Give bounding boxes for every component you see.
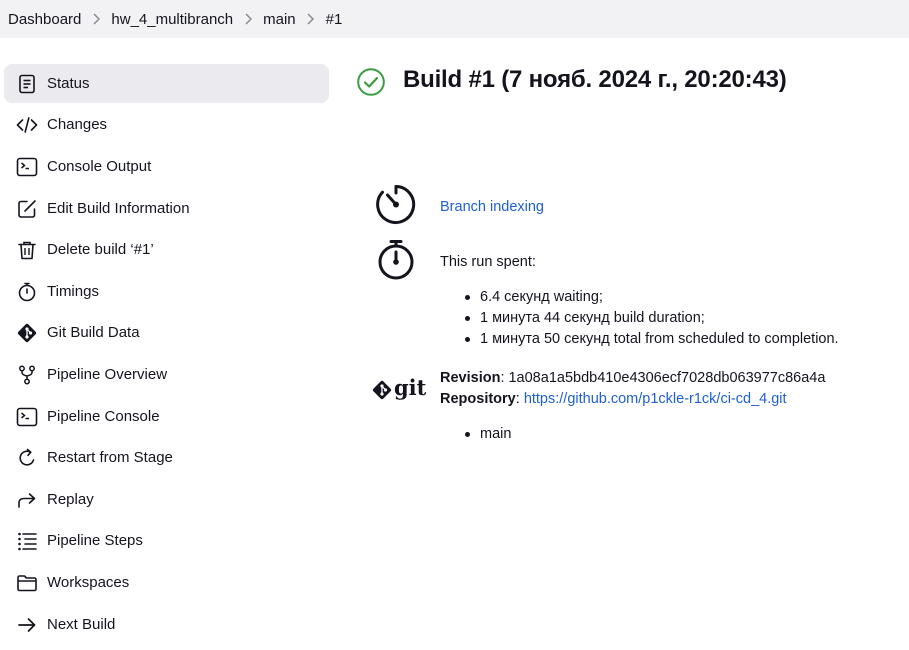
timing-list: 6.4 секунд waiting; 1 минута 44 секунд b… bbox=[465, 287, 839, 350]
stopwatch-icon bbox=[378, 240, 414, 280]
repository-label: Repository bbox=[440, 391, 516, 407]
sidebar-item-delete-build[interactable]: Delete build ‘#1’ bbox=[4, 230, 329, 269]
revision-line: Revision: 1a08a1a5bdb410e4306ecf7028db06… bbox=[440, 370, 825, 386]
sidebar-item-git-build-data[interactable]: Git Build Data bbox=[4, 313, 329, 352]
breadcrumb-dashboard[interactable]: Dashboard bbox=[8, 11, 81, 28]
trigger-link[interactable]: Branch indexing bbox=[440, 199, 544, 215]
sidebar-item-label: Console Output bbox=[47, 158, 152, 175]
sidebar-item-status[interactable]: Status bbox=[4, 64, 329, 103]
sidebar-item-changes[interactable]: Changes bbox=[4, 105, 329, 144]
gauge-icon bbox=[376, 185, 416, 224]
sidebar-item-label: Changes bbox=[47, 116, 108, 133]
git-logo-text: git bbox=[394, 375, 427, 400]
sidebar-item-label: Pipeline Steps bbox=[47, 532, 143, 549]
page-title: Build #1 (7 нояб. 2024 г., 20:20:43) bbox=[403, 66, 787, 93]
sidebar-item-pipeline-overview[interactable]: Pipeline Overview bbox=[4, 355, 329, 394]
breadcrumb: Dashboard hw_4_multibranch main #1 bbox=[0, 0, 909, 38]
branch-fork-icon bbox=[16, 364, 38, 386]
steps-list-icon bbox=[16, 530, 38, 552]
repository-line: Repository: https://github.com/p1ckle-r1… bbox=[440, 391, 787, 407]
chevron-right-icon bbox=[296, 13, 326, 25]
sidebar-item-console-output[interactable]: Console Output bbox=[4, 147, 329, 186]
breadcrumb-job[interactable]: hw_4_multibranch bbox=[111, 11, 233, 28]
list-item: main bbox=[465, 424, 511, 445]
sidebar-item-pipeline-steps[interactable]: Pipeline Steps bbox=[4, 521, 329, 560]
sidebar-item-next-build[interactable]: Next Build bbox=[4, 605, 329, 644]
list-item: 1 минута 50 секунд total from scheduled … bbox=[465, 329, 839, 350]
arrow-right-icon bbox=[16, 614, 38, 636]
sidebar-item-label: Delete build ‘#1’ bbox=[47, 241, 154, 258]
breadcrumb-branch[interactable]: main bbox=[263, 11, 296, 28]
git-logo: git bbox=[371, 375, 427, 403]
repository-link[interactable]: https://github.com/p1ckle-r1ck/ci-cd_4.g… bbox=[524, 391, 787, 407]
folder-icon bbox=[16, 572, 38, 594]
list-item: 6.4 секунд waiting; bbox=[465, 287, 839, 308]
sidebar-item-label: Timings bbox=[47, 283, 99, 300]
chevron-right-icon bbox=[233, 13, 263, 25]
sidebar-item-label: Restart from Stage bbox=[47, 449, 173, 466]
sidebar-item-pipeline-console[interactable]: Pipeline Console bbox=[4, 397, 329, 436]
list-item: 1 минута 44 секунд build duration; bbox=[465, 308, 839, 329]
revision-value: : 1a08a1a5bdb410e4306ecf7028db063977c86a… bbox=[500, 370, 826, 386]
stopwatch-icon bbox=[16, 281, 38, 303]
terminal-icon bbox=[16, 406, 38, 428]
trash-icon bbox=[16, 239, 38, 261]
branch-list: main bbox=[465, 424, 511, 445]
sidebar-item-label: Next Build bbox=[47, 616, 116, 633]
terminal-icon bbox=[16, 156, 38, 178]
sidebar-item-label: Status bbox=[47, 75, 90, 92]
sidebar-item-label: Workspaces bbox=[47, 574, 130, 591]
repository-sep: : bbox=[515, 391, 524, 407]
edit-icon bbox=[16, 198, 38, 220]
sidebar-item-replay[interactable]: Replay bbox=[4, 480, 329, 519]
sidebar-item-restart-from-stage[interactable]: Restart from Stage bbox=[4, 438, 329, 477]
sidebar-item-label: Replay bbox=[47, 491, 94, 508]
document-icon bbox=[16, 73, 38, 95]
git-icon bbox=[16, 322, 38, 344]
sidebar-item-label: Git Build Data bbox=[47, 324, 140, 341]
code-icon bbox=[16, 114, 38, 136]
sidebar-item-label: Edit Build Information bbox=[47, 200, 190, 217]
sidebar-item-label: Pipeline Console bbox=[47, 408, 160, 425]
sidebar-item-workspaces[interactable]: Workspaces bbox=[4, 563, 329, 602]
restart-icon bbox=[16, 447, 38, 469]
breadcrumb-build[interactable]: #1 bbox=[326, 11, 343, 28]
chevron-right-icon bbox=[81, 13, 111, 25]
replay-arrow-icon bbox=[16, 489, 38, 511]
sidebar-item-edit-build-information[interactable]: Edit Build Information bbox=[4, 189, 329, 228]
success-check-icon bbox=[357, 68, 385, 96]
git-icon bbox=[372, 380, 392, 400]
sidebar-item-timings[interactable]: Timings bbox=[4, 272, 329, 311]
timing-label: This run spent: bbox=[440, 254, 536, 270]
sidebar-item-label: Pipeline Overview bbox=[47, 366, 168, 383]
revision-label: Revision bbox=[440, 370, 501, 386]
